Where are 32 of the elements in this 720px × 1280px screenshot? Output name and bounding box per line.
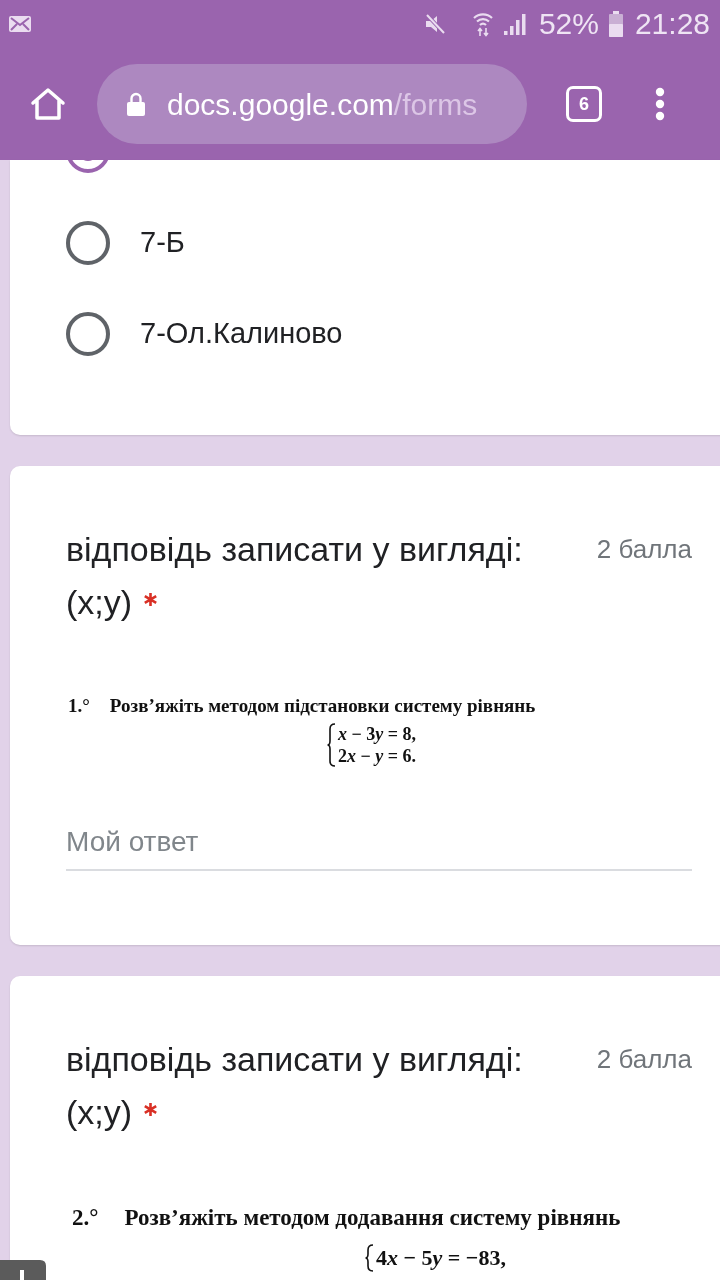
points-label: 2 балла [596, 1043, 692, 1076]
radio-button[interactable] [66, 160, 110, 173]
battery-percent: 52% [538, 7, 599, 41]
tab-count-button[interactable]: 6 [566, 86, 602, 122]
wifi-icon [472, 11, 493, 37]
answer-field[interactable]: Мой ответ [66, 811, 692, 871]
task-number: 2.° [72, 1204, 99, 1232]
clock-time: 21:28 [634, 7, 710, 41]
url-text: docs.google.com/forms [167, 86, 478, 123]
curly-brace-icon [365, 1244, 374, 1272]
more-vertical-icon [655, 87, 665, 121]
equation: x − 3y = 8, [338, 723, 417, 745]
question-title: відповідь записати у вигляді: (x;y) [66, 530, 523, 621]
equation: 4x − 5y = −83, [376, 1244, 506, 1272]
home-icon [30, 87, 66, 121]
task-instruction: Розв’яжіть методом підстановки систему рівнянь [109, 694, 536, 718]
battery-icon [608, 11, 623, 37]
equation: 2x − y = 6. [338, 745, 417, 767]
mail-icon [8, 15, 32, 33]
curly-brace-icon [327, 723, 336, 767]
option-label: 7-Ол.Калиново [140, 315, 343, 351]
edge-handle-icon[interactable] [0, 1260, 46, 1280]
option-label: 7-Б [140, 224, 185, 260]
question-title: відповідь записати у вигляді: (x;y) [66, 1040, 523, 1131]
points-label: 2 балла [596, 533, 692, 566]
task-number: 1.° [68, 694, 90, 718]
lock-icon [127, 92, 145, 116]
radio-button[interactable] [66, 220, 110, 265]
radio-button[interactable] [66, 311, 110, 356]
task-instruction: Розв’яжіть методом додавання систему рівнянь [124, 1204, 621, 1232]
signal-icon [502, 12, 527, 36]
address-bar[interactable]: docs.google.com/forms [97, 64, 527, 144]
